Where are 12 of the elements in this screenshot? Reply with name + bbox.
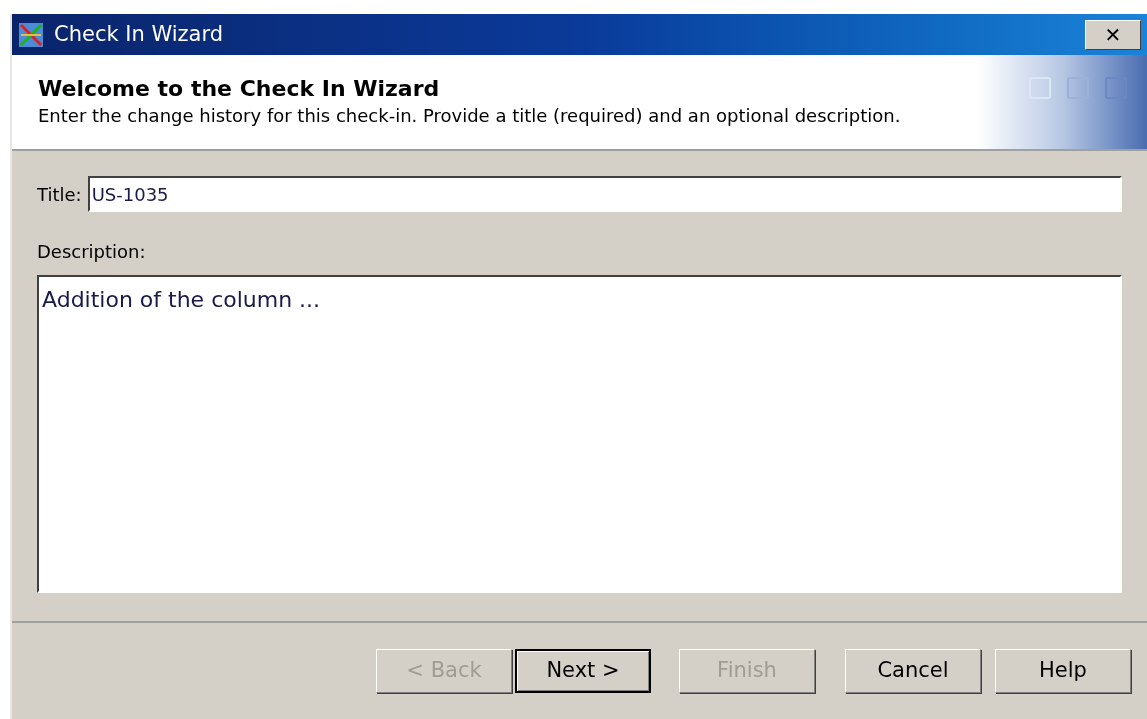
- wizard-heading: Welcome to the Check In Wizard: [38, 75, 441, 103]
- wizard-button[interactable]: Help: [995, 649, 1131, 693]
- description-field[interactable]: Addition of the column ...: [37, 275, 1122, 593]
- title-field[interactable]: US-1035: [87, 176, 1122, 212]
- wizard-button[interactable]: Next >: [515, 649, 651, 693]
- wizard-subtitle: Enter the change history for this check-in. Provide a title (required) and an optional description.: [38, 104, 902, 128]
- wizard-button[interactable]: Cancel: [845, 649, 981, 693]
- window-title: Check In Wizard: [54, 20, 225, 48]
- close-button[interactable]: ✕: [1085, 19, 1141, 50]
- description-label: Description:: [37, 240, 147, 264]
- wizard-app-icon: [18, 21, 44, 48]
- title-label: Title:: [37, 182, 82, 207]
